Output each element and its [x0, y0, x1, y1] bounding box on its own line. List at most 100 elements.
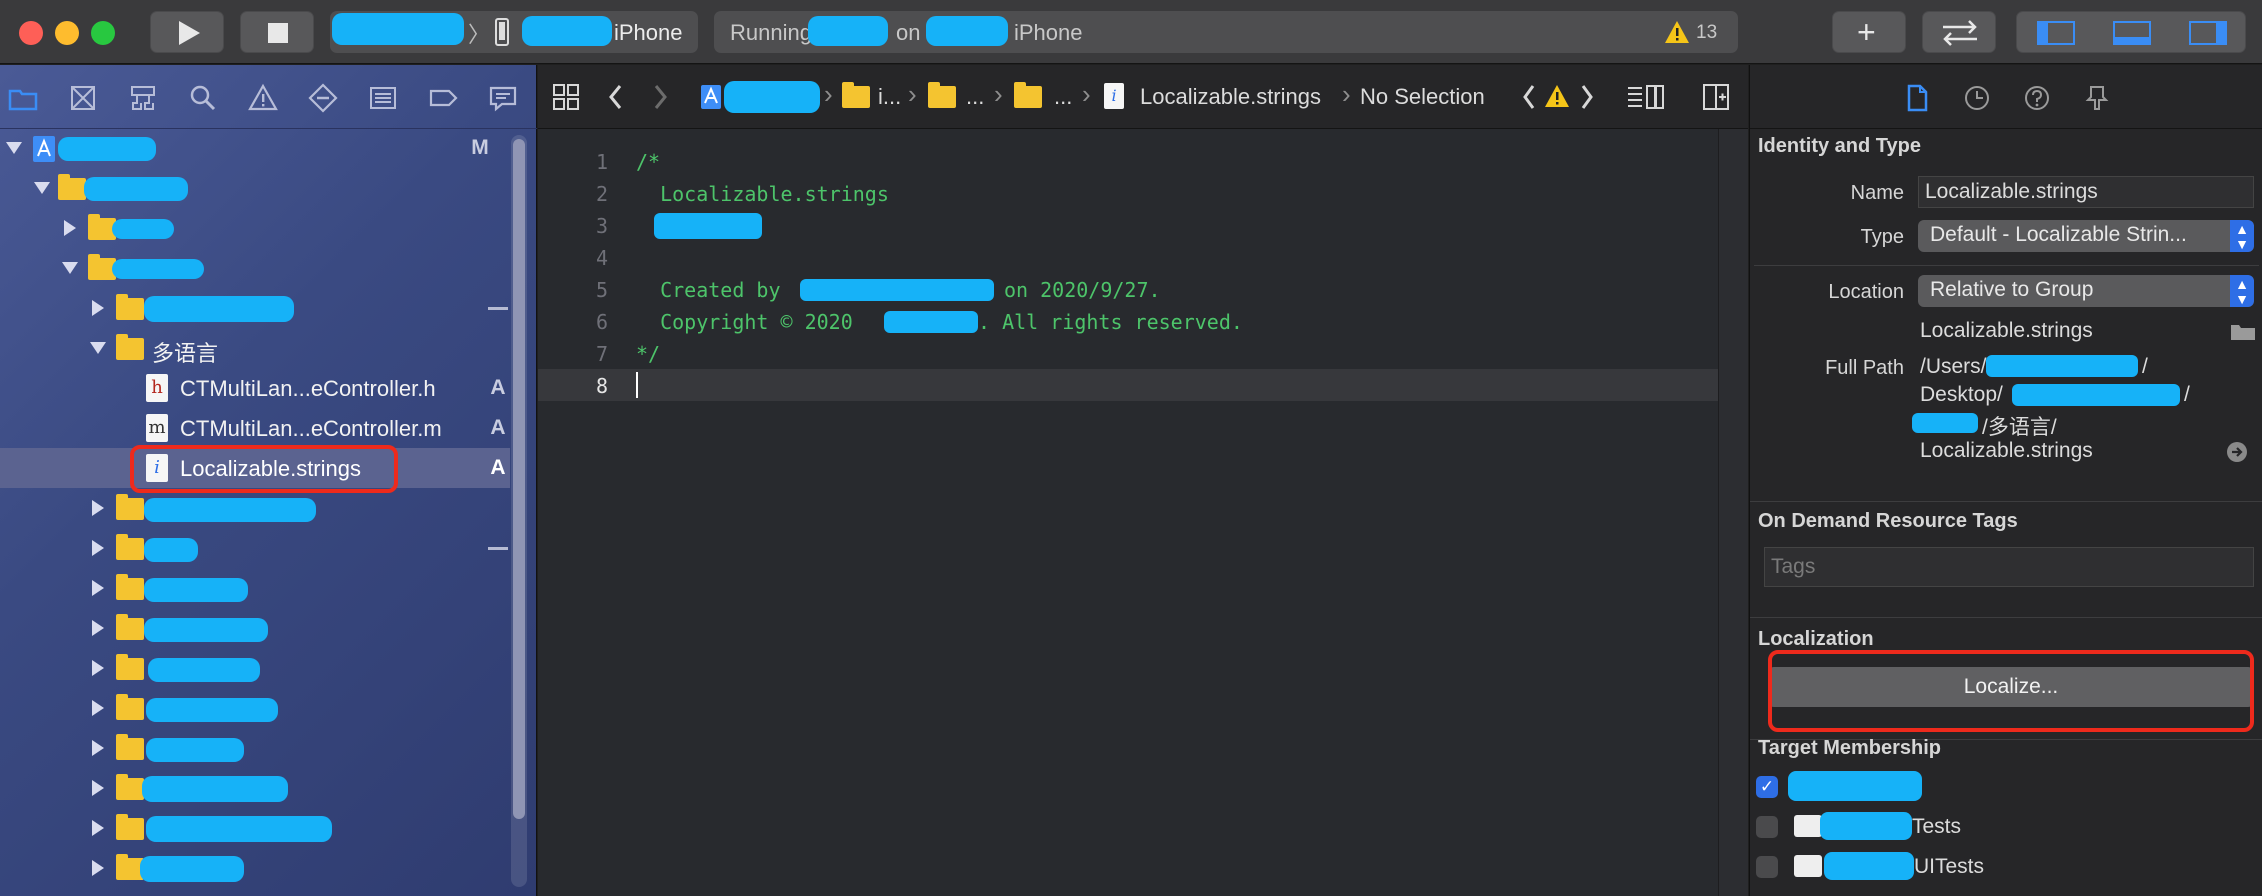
next-issue-icon[interactable]	[1578, 83, 1596, 111]
redacted-label	[140, 856, 244, 882]
library-button[interactable]: +	[1832, 11, 1906, 53]
navigator-scrollbar[interactable]	[511, 135, 527, 887]
tree-row-group[interactable]	[0, 288, 510, 328]
disclosure-right-icon[interactable]	[92, 740, 104, 756]
toggle-debug-area-icon[interactable]	[2113, 21, 2151, 45]
redacted-device-name	[926, 16, 1008, 46]
debug-navigator-icon[interactable]	[368, 83, 398, 113]
location-popup[interactable]: Relative to Group ▲ ▼	[1918, 275, 2254, 307]
previous-issue-icon[interactable]	[1520, 83, 1538, 111]
disclosure-down-icon[interactable]	[6, 142, 22, 154]
disclosure-right-icon[interactable]	[64, 220, 76, 236]
jump-selection[interactable]: No Selection	[1360, 84, 1485, 110]
help-inspector-tab-icon[interactable]	[2022, 83, 2052, 113]
tree-row-group[interactable]	[0, 848, 510, 888]
source-control-navigator-icon[interactable]	[68, 83, 98, 113]
folder-navigator-icon[interactable]	[8, 83, 38, 113]
disclosure-right-icon[interactable]	[92, 700, 104, 716]
warning-icon[interactable]	[1664, 20, 1690, 44]
tree-row-group[interactable]	[0, 648, 510, 688]
scm-status-badge: M	[471, 136, 489, 159]
tree-row-group[interactable]	[0, 808, 510, 848]
disclosure-right-icon[interactable]	[92, 580, 104, 596]
tree-row-file-h[interactable]: h CTMultiLan...eController.h A	[0, 368, 510, 408]
minimize-window-button[interactable]	[55, 21, 79, 45]
tree-row-group[interactable]	[0, 728, 510, 768]
code-line[interactable]: 2 Localizable.strings	[538, 177, 1718, 209]
disclosure-right-icon[interactable]	[92, 620, 104, 636]
disclosure-right-icon[interactable]	[92, 820, 104, 836]
code-review-button[interactable]	[1922, 11, 1996, 53]
disclosure-down-icon[interactable]	[90, 342, 106, 354]
disclosure-down-icon[interactable]	[62, 262, 78, 274]
stop-button[interactable]	[240, 11, 314, 53]
folder-icon	[58, 174, 86, 200]
tree-row-group[interactable]	[0, 528, 510, 568]
disclosure-right-icon[interactable]	[92, 780, 104, 796]
split-editor-icon[interactable]	[1702, 83, 1730, 111]
code-line[interactable]: 7 */	[538, 337, 1718, 369]
scheme-selector[interactable]: 〉 iPhone	[330, 11, 698, 53]
redacted-label	[144, 618, 268, 642]
related-items-grid-icon[interactable]	[552, 83, 580, 111]
tree-row-group[interactable]	[0, 568, 510, 608]
breakpoint-navigator-icon[interactable]	[428, 83, 458, 113]
code-line[interactable]: 5 6 Copyright © 2020 . All rights reserv…	[538, 305, 1718, 337]
reveal-in-finder-icon[interactable]	[2226, 441, 2248, 463]
find-navigator-icon[interactable]	[188, 83, 218, 113]
disclosure-right-icon[interactable]	[92, 660, 104, 676]
highlight-annotation-box	[130, 445, 398, 493]
jump-file[interactable]: Localizable.strings	[1140, 84, 1321, 110]
report-navigator-icon[interactable]	[488, 83, 518, 113]
target-checkbox-tests[interactable]	[1756, 816, 1778, 838]
tree-row-file-m[interactable]: m CTMultiLan...eController.m A	[0, 408, 510, 448]
disclosure-down-icon[interactable]	[34, 182, 50, 194]
symbol-navigator-icon[interactable]	[128, 83, 158, 113]
name-label: Name	[1850, 182, 1904, 204]
code-line[interactable]: 4	[538, 241, 1718, 273]
back-arrow-icon[interactable]	[606, 83, 626, 111]
chevron-right-icon: ›	[824, 79, 833, 109]
choose-folder-icon[interactable]	[2230, 321, 2256, 341]
history-inspector-tab-icon[interactable]	[1962, 83, 1992, 113]
scrollbar-thumb[interactable]	[513, 139, 525, 819]
tree-row-group[interactable]	[0, 488, 510, 528]
file-inspector-tab-icon[interactable]	[1902, 83, 1932, 113]
close-window-button[interactable]	[19, 21, 43, 45]
tree-row-project[interactable]: M	[0, 128, 510, 168]
tags-field[interactable]: Tags	[1764, 547, 2254, 587]
type-popup[interactable]: Default - Localizable Strin... ▲ ▼	[1918, 220, 2254, 252]
name-field[interactable]: Localizable.strings	[1918, 176, 2254, 208]
disclosure-right-icon[interactable]	[92, 540, 104, 556]
tree-row-group[interactable]	[0, 608, 510, 648]
disclosure-right-icon[interactable]	[92, 300, 104, 316]
issue-navigator-icon[interactable]	[248, 83, 278, 113]
disclosure-right-icon[interactable]	[92, 500, 104, 516]
toggle-inspector-icon[interactable]	[2189, 21, 2227, 45]
code-line[interactable]: 1 /*	[538, 145, 1718, 177]
jump-crumb[interactable]: ...	[1054, 84, 1072, 110]
editor-options-icon[interactable]	[1626, 83, 1666, 111]
zoom-window-button[interactable]	[91, 21, 115, 45]
code-line-current[interactable]: 8	[538, 369, 1718, 401]
jump-crumb[interactable]: i...	[878, 84, 901, 110]
warning-icon[interactable]	[1544, 84, 1570, 108]
target-checkbox-app[interactable]: ✓	[1756, 776, 1778, 798]
toggle-navigator-icon[interactable]	[2037, 21, 2075, 45]
disclosure-right-icon[interactable]	[92, 860, 104, 876]
tree-row-group[interactable]	[0, 168, 510, 208]
test-navigator-icon[interactable]	[308, 83, 338, 113]
tree-row-group[interactable]	[0, 688, 510, 728]
jump-crumb[interactable]: ...	[966, 84, 984, 110]
tree-row-group-localization[interactable]: 多语言	[0, 328, 510, 368]
tree-row-group[interactable]	[0, 248, 510, 288]
code-line[interactable]: 3	[538, 209, 1718, 241]
run-button[interactable]	[150, 11, 224, 53]
forward-arrow-icon[interactable]	[650, 83, 670, 111]
tree-row-group[interactable]	[0, 208, 510, 248]
code-line[interactable]: 5 Created by on 2020/9/27.	[538, 273, 1718, 305]
accessibility-inspector-tab-icon[interactable]	[2082, 83, 2112, 113]
target-checkbox-uitests[interactable]	[1756, 856, 1778, 878]
code-area[interactable]: 1 /* 2 Localizable.strings 3 4 5 Created…	[538, 129, 1718, 896]
tree-row-group[interactable]	[0, 768, 510, 808]
